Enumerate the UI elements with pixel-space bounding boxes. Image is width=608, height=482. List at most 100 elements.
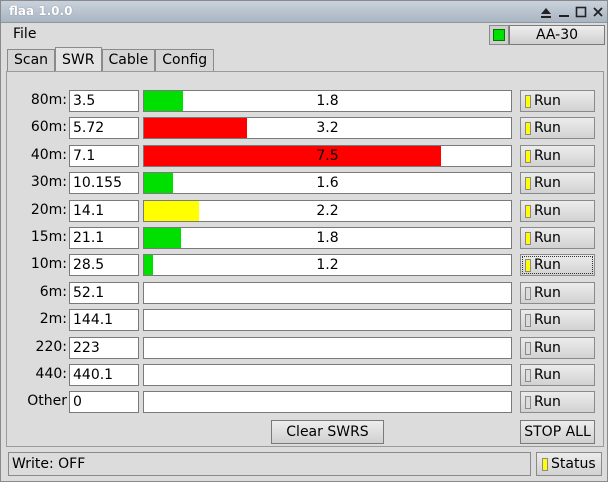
band-label-other: Other xyxy=(27,393,67,409)
title-bar[interactable]: flaa 1.0.0 xyxy=(1,1,607,23)
status-text: Write: OFF xyxy=(8,452,531,476)
freq-input-30m[interactable]: 10.155 xyxy=(69,172,139,194)
status-led-icon xyxy=(542,458,548,471)
swr-bar-440 xyxy=(143,364,512,386)
run-button-label: Run xyxy=(534,203,561,219)
device-status-led xyxy=(489,25,509,45)
swr-value: 7.5 xyxy=(316,148,339,164)
run-button-220[interactable]: Run xyxy=(520,337,595,359)
run-button-20m[interactable]: Run xyxy=(520,200,595,222)
swr-value: 1.8 xyxy=(316,93,339,109)
run-button-60m[interactable]: Run xyxy=(520,117,595,139)
tab-bar: Scan SWR Cable Config xyxy=(7,47,215,71)
run-button-label: Run xyxy=(534,312,561,328)
close-icon[interactable] xyxy=(589,3,607,21)
swr-value: 2.2 xyxy=(316,203,339,219)
freq-input-60m[interactable]: 5.72 xyxy=(69,117,139,139)
run-button-label: Run xyxy=(534,394,561,410)
run-led-icon xyxy=(525,369,531,382)
run-button-other[interactable]: Run xyxy=(520,391,595,413)
freq-input-15m[interactable]: 21.1 xyxy=(69,227,139,249)
band-label-440: 440: xyxy=(35,366,67,382)
freq-input-440[interactable]: 440.1 xyxy=(69,364,139,386)
run-led-icon xyxy=(525,150,531,163)
band-label-15m: 15m: xyxy=(30,229,67,245)
freq-input-80m[interactable]: 3.5 xyxy=(69,90,139,112)
menu-bar: File AA-30 xyxy=(3,24,605,46)
run-button-label: Run xyxy=(534,230,561,246)
freq-input-2m[interactable]: 144.1 xyxy=(69,309,139,331)
run-led-icon xyxy=(525,342,531,355)
band-label-6m: 6m: xyxy=(39,284,67,300)
band-label-30m: 30m: xyxy=(30,174,67,190)
run-led-icon xyxy=(525,205,531,218)
run-button-label: Run xyxy=(534,93,561,109)
swr-bar-80m: 1.8 xyxy=(143,90,512,112)
window-title: flaa 1.0.0 xyxy=(9,4,73,18)
status-button[interactable]: Status xyxy=(536,452,602,476)
clear-swrs-button[interactable]: Clear SWRS xyxy=(271,420,384,444)
band-label-220: 220: xyxy=(35,339,67,355)
minimize-icon[interactable] xyxy=(555,3,573,21)
run-button-30m[interactable]: Run xyxy=(520,172,595,194)
run-led-icon xyxy=(525,122,531,135)
swr-bar-other xyxy=(143,391,512,413)
freq-input-10m[interactable]: 28.5 xyxy=(69,254,139,276)
freq-input-220[interactable]: 223 xyxy=(69,337,139,359)
swr-bar-10m: 1.2 xyxy=(143,254,512,276)
swr-bar-2m xyxy=(143,309,512,331)
swr-value: 3.2 xyxy=(316,120,339,136)
run-led-icon xyxy=(525,396,531,409)
swr-bar-15m: 1.8 xyxy=(143,227,512,249)
run-button-label: Run xyxy=(534,340,561,356)
swr-bar-20m: 2.2 xyxy=(143,200,512,222)
shade-icon[interactable] xyxy=(537,3,555,21)
run-button-80m[interactable]: Run xyxy=(520,90,595,112)
run-led-icon xyxy=(525,232,531,245)
run-button-2m[interactable]: Run xyxy=(520,309,595,331)
swr-bar-40m: 7.5 xyxy=(143,145,512,167)
band-label-60m: 60m: xyxy=(30,119,67,135)
swr-bar-220 xyxy=(143,337,512,359)
run-button-6m[interactable]: Run xyxy=(520,282,595,304)
run-button-label: Run xyxy=(534,257,561,273)
swr-bar-6m xyxy=(143,282,512,304)
swr-value: 1.6 xyxy=(316,175,339,191)
run-led-icon xyxy=(525,287,531,300)
freq-input-20m[interactable]: 14.1 xyxy=(69,200,139,222)
run-button-label: Run xyxy=(534,367,561,383)
band-label-10m: 10m: xyxy=(30,256,67,272)
app-window: flaa 1.0.0 File AA-30 Scan SWR Cable Config… xyxy=(0,0,608,482)
freq-input-6m[interactable]: 52.1 xyxy=(69,282,139,304)
run-button-label: Run xyxy=(534,285,561,301)
band-label-40m: 40m: xyxy=(30,147,67,163)
run-button-40m[interactable]: Run xyxy=(520,145,595,167)
tab-swr[interactable]: SWR xyxy=(55,47,102,71)
tab-cable[interactable]: Cable xyxy=(101,49,156,71)
run-button-15m[interactable]: Run xyxy=(520,227,595,249)
stop-all-button[interactable]: STOP ALL xyxy=(520,420,595,444)
freq-input-40m[interactable]: 7.1 xyxy=(69,145,139,167)
run-button-label: Run xyxy=(534,175,561,191)
swr-value: 1.2 xyxy=(316,257,339,273)
run-button-10m[interactable]: Run xyxy=(520,254,595,276)
run-led-icon xyxy=(525,95,531,108)
run-led-icon xyxy=(525,259,531,272)
band-label-20m: 20m: xyxy=(30,202,67,218)
maximize-icon[interactable] xyxy=(572,3,590,21)
band-label-2m: 2m: xyxy=(39,311,67,327)
swr-value: 1.8 xyxy=(316,230,339,246)
run-led-icon xyxy=(525,177,531,190)
freq-input-other[interactable]: 0 xyxy=(69,391,139,413)
tab-config[interactable]: Config xyxy=(155,49,215,71)
band-label-80m: 80m: xyxy=(30,92,67,108)
swr-bar-30m: 1.6 xyxy=(143,172,512,194)
swr-bar-60m: 3.2 xyxy=(143,117,512,139)
run-button-label: Run xyxy=(534,148,561,164)
menu-file[interactable]: File xyxy=(13,26,36,42)
status-button-label: Status xyxy=(551,456,596,472)
tab-scan[interactable]: Scan xyxy=(7,49,56,71)
run-button-label: Run xyxy=(534,120,561,136)
device-button[interactable]: AA-30 xyxy=(509,25,605,45)
run-button-440[interactable]: Run xyxy=(520,364,595,386)
